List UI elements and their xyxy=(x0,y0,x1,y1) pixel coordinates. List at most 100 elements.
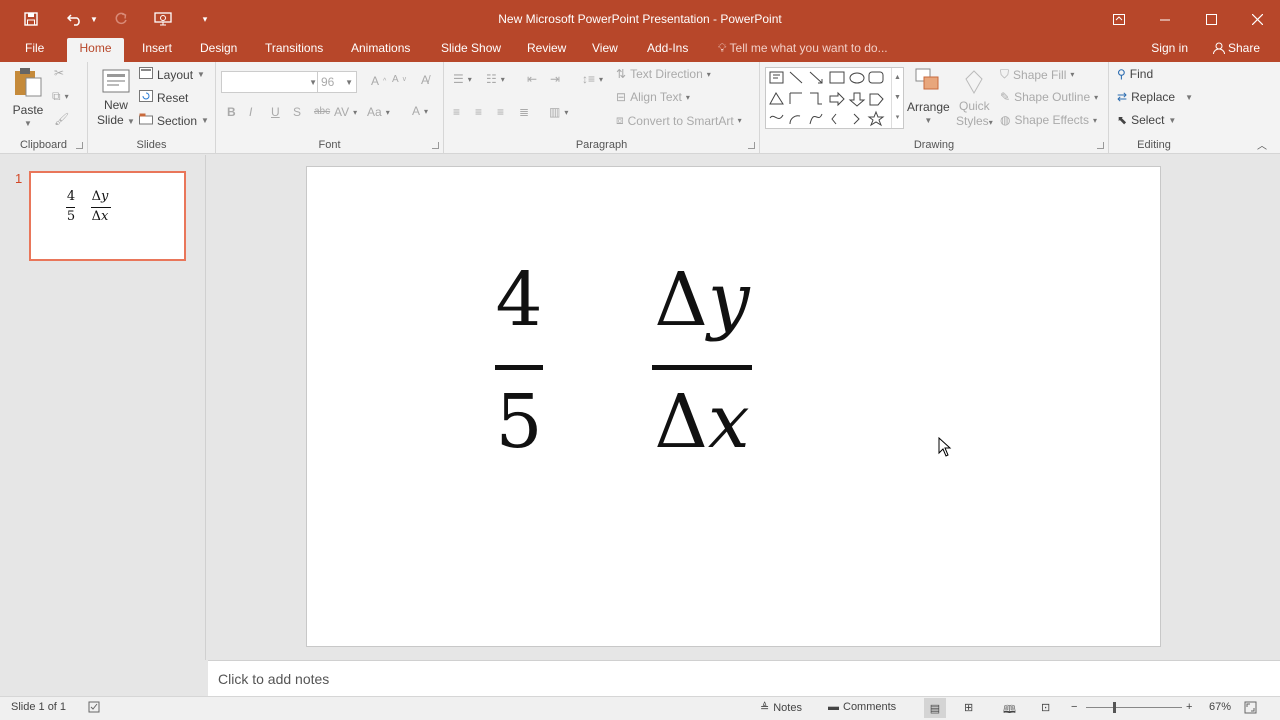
fraction-1-numerator[interactable]: 4 xyxy=(482,255,556,345)
tab-home[interactable]: Home xyxy=(67,38,124,62)
comments-toggle-button[interactable]: ▬ Comments xyxy=(828,701,896,713)
reset-button[interactable]: Reset xyxy=(139,90,188,105)
center-icon[interactable]: ≡ xyxy=(475,105,482,119)
zoom-slider-thumb[interactable] xyxy=(1113,702,1116,713)
bold-icon[interactable]: B xyxy=(227,105,236,119)
layout-button[interactable]: Layout ▼ xyxy=(139,67,205,82)
ribbon-display-options-icon[interactable] xyxy=(1096,0,1142,38)
strikethrough-icon[interactable]: abc xyxy=(314,106,330,117)
tab-animations[interactable]: Animations xyxy=(345,38,416,62)
slide-canvas[interactable]: 4 5 Δ𝑦 Δ𝑥 xyxy=(306,166,1161,647)
fraction-1-denominator[interactable]: 5 xyxy=(482,377,556,467)
slide-indicator[interactable]: Slide 1 of 1 xyxy=(11,701,66,713)
font-size-value: 96 xyxy=(321,75,335,89)
close-button[interactable] xyxy=(1234,0,1280,38)
shapes-gallery[interactable]: ▲ ▼ ▾ xyxy=(765,67,904,129)
shape-effects-button[interactable]: ◍ Shape Effects ▾ xyxy=(1000,113,1097,127)
new-slide-button[interactable]: New Slide ▼ xyxy=(97,66,135,127)
font-launcher-icon[interactable] xyxy=(432,142,439,149)
tab-add-ins[interactable]: Add-Ins xyxy=(641,38,694,62)
line-spacing-icon[interactable]: ↕≡ ▾ xyxy=(582,72,603,86)
tab-view[interactable]: View xyxy=(586,38,624,62)
fraction-2-numerator[interactable]: Δ𝑦 xyxy=(637,255,767,345)
tab-transitions[interactable]: Transitions xyxy=(259,38,329,62)
tell-me-box[interactable]: 💡︎ Tell me what you want to do... xyxy=(718,38,888,62)
bullets-icon[interactable]: ☰ ▾ xyxy=(453,72,472,86)
reset-icon xyxy=(139,90,153,105)
maximize-button[interactable] xyxy=(1188,0,1234,38)
increase-indent-icon[interactable]: ⇥ xyxy=(550,72,560,86)
columns-icon[interactable]: ▥ ▾ xyxy=(549,105,568,119)
thumb-frac1-numerator: 4 xyxy=(66,189,76,204)
font-name-combo[interactable]: ▼ xyxy=(221,71,321,93)
share-button[interactable]: Share xyxy=(1212,38,1260,58)
tab-insert[interactable]: Insert xyxy=(136,38,178,62)
paste-button[interactable]: Paste ▼ xyxy=(12,66,44,128)
convert-smartart-button[interactable]: ⧈ Convert to SmartArt ▾ xyxy=(616,113,742,128)
decrease-indent-icon[interactable]: ⇤ xyxy=(527,72,537,86)
numbering-icon[interactable]: ☷ ▾ xyxy=(486,72,505,86)
collapse-ribbon-icon[interactable]: ︿ xyxy=(1257,137,1267,152)
replace-label: Replace xyxy=(1131,90,1176,104)
reading-view-icon[interactable]: 🕮︎ xyxy=(1003,701,1016,720)
text-shadow-icon[interactable]: S xyxy=(293,105,301,119)
tab-review[interactable]: Review xyxy=(521,38,572,62)
tab-design[interactable]: Design xyxy=(194,38,243,62)
shape-fill-button[interactable]: ⛉ Shape Fill ▾ xyxy=(1000,67,1074,82)
replace-button[interactable]: ⇄ Replace ▼ xyxy=(1117,90,1193,104)
new-slide-label-2: Slide xyxy=(97,113,124,127)
zoom-in-icon[interactable]: + xyxy=(1186,701,1192,713)
align-text-button[interactable]: ⊟ Align Text ▾ xyxy=(616,90,690,104)
align-left-icon[interactable]: ≡ xyxy=(453,105,460,119)
arrange-button[interactable]: Arrange ▼ xyxy=(907,67,950,125)
grow-font-icon[interactable]: A ^ xyxy=(371,74,386,88)
copy-icon[interactable]: ⧉ ▾ xyxy=(52,89,69,104)
select-button[interactable]: ⬉ Select ▼ xyxy=(1117,113,1176,127)
layout-icon xyxy=(139,67,153,82)
comments-toggle-label: Comments xyxy=(843,701,897,713)
fit-slide-icon[interactable] xyxy=(1244,701,1257,714)
shape-fill-label: Shape Fill xyxy=(1013,67,1067,82)
cut-icon[interactable]: ✂ xyxy=(54,66,64,80)
format-painter-icon[interactable]: 🖌︎ xyxy=(54,112,69,126)
section-button[interactable]: Section ▼ xyxy=(139,113,209,128)
zoom-level[interactable]: 67% xyxy=(1209,701,1231,713)
change-case-icon[interactable]: Aa ▾ xyxy=(367,105,390,119)
shape-outline-button[interactable]: ✎ Shape Outline ▾ xyxy=(1000,90,1098,104)
character-spacing-icon[interactable]: AV ▾ xyxy=(334,105,357,119)
zoom-slider[interactable] xyxy=(1086,707,1182,708)
slide-thumbnails-pane[interactable]: 1 4 5 Δ𝑦 Δ𝑥 xyxy=(0,155,206,660)
slide-sorter-view-icon[interactable]: ⊞ xyxy=(964,701,973,714)
notes-toggle-button[interactable]: ≜ Notes xyxy=(760,701,802,715)
font-group: ▼ 96 ▼ A ^ Av A̸ B I U S abc AV ▾ Aa ▾ A ▾ F… xyxy=(216,62,444,154)
notes-placeholder[interactable]: Click to add notes xyxy=(218,671,329,687)
slide-thumbnail[interactable]: 4 5 Δ𝑦 Δ𝑥 xyxy=(29,171,186,261)
spell-check-icon[interactable] xyxy=(88,701,102,713)
drawing-launcher-icon[interactable] xyxy=(1097,142,1104,149)
minimize-button[interactable] xyxy=(1142,0,1188,38)
align-right-icon[interactable]: ≡ xyxy=(497,105,504,119)
fraction-2-denominator[interactable]: Δ𝑥 xyxy=(637,377,767,467)
find-button[interactable]: ⚲ Find xyxy=(1117,67,1153,81)
font-color-icon[interactable]: A ▾ xyxy=(412,104,428,118)
paragraph-launcher-icon[interactable] xyxy=(748,142,755,149)
zoom-out-icon[interactable]: − xyxy=(1071,701,1077,713)
shapes-scroll-icon[interactable]: ▲ ▼ ▾ xyxy=(891,68,903,128)
slide-show-view-icon[interactable]: ⊡ xyxy=(1041,701,1050,714)
quick-styles-button[interactable]: Quick Styles▾ xyxy=(956,67,993,128)
text-direction-button[interactable]: ⇅ Text Direction ▾ xyxy=(616,67,711,81)
quick-styles-label-2: Styles xyxy=(956,114,989,128)
tab-slide-show[interactable]: Slide Show xyxy=(435,38,507,62)
italic-icon[interactable]: I xyxy=(249,105,252,119)
notes-pane[interactable]: Click to add notes xyxy=(208,660,1280,696)
normal-view-icon[interactable]: ▤ xyxy=(924,698,946,718)
underline-icon[interactable]: U xyxy=(271,105,280,119)
shrink-font-icon[interactable]: Av xyxy=(392,74,406,85)
sign-in-link[interactable]: Sign in xyxy=(1151,38,1188,58)
justify-icon[interactable]: ≣ xyxy=(519,105,529,119)
font-name-dropdown-icon[interactable]: ▼ xyxy=(309,78,317,87)
font-size-combo[interactable]: 96 ▼ xyxy=(317,71,357,93)
clipboard-launcher-icon[interactable] xyxy=(76,142,83,149)
clear-formatting-icon[interactable]: A̸ xyxy=(421,73,429,87)
tab-file[interactable]: File xyxy=(19,38,50,62)
